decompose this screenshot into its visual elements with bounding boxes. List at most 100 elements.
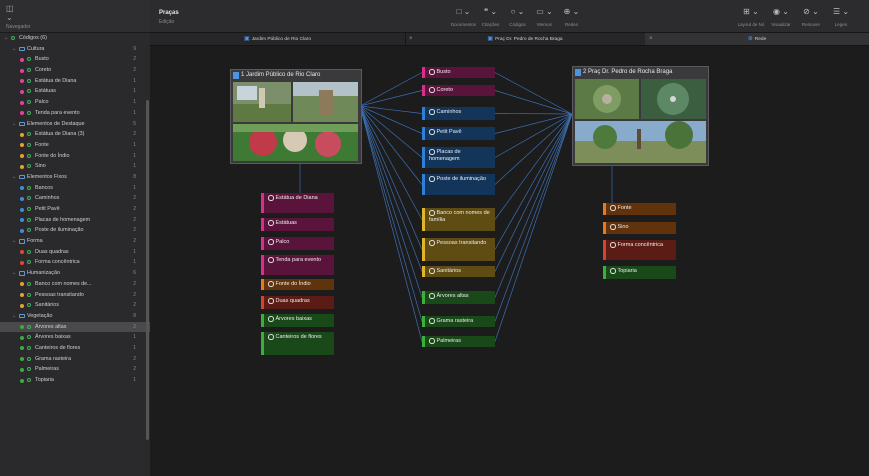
tree-item[interactable]: Estátua de Diana (3) 2 <box>0 129 150 140</box>
code-node[interactable]: Fonte <box>603 203 676 215</box>
code-node[interactable]: Árvores baixas <box>261 314 334 327</box>
tree-group[interactable]: ⌄ Cultura 9 <box>0 44 150 55</box>
code-node[interactable]: Banco com nomes de família <box>422 208 495 231</box>
tree-group[interactable]: ⌄ Vegetação 8 <box>0 311 150 322</box>
tree-item[interactable]: Sino 1 <box>0 161 150 172</box>
code-node[interactable]: Árvores altas <box>422 291 495 304</box>
code-color-icon <box>20 154 24 159</box>
tree-item[interactable]: Bancos 1 <box>0 183 150 194</box>
tree-group[interactable]: ⌄ Elementos Fixos 8 <box>0 172 150 183</box>
tree-item[interactable]: Caminhos 2 <box>0 193 150 204</box>
toolbar-document-button[interactable]: □ ⌄ Documentos <box>450 6 477 27</box>
code-icon <box>27 367 31 372</box>
code-node[interactable]: Estátua de Diana <box>261 193 334 213</box>
tree-item[interactable]: Árvores baixas 1 <box>0 332 150 343</box>
sidebar-scrollbar[interactable] <box>146 100 149 440</box>
tree-label: Estátua de Diana <box>35 77 77 84</box>
tree-count: 8 <box>133 173 136 180</box>
tree-item[interactable]: Fonte 1 <box>0 140 150 151</box>
disclosure-chevron-icon[interactable]: ⌄ <box>4 33 8 44</box>
code-node[interactable]: Grama rasteira <box>422 316 495 327</box>
code-node[interactable]: Busto <box>422 67 495 78</box>
toolbar-network-button[interactable]: ⊕ ⌄ Redes <box>558 6 585 27</box>
close-tab-icon[interactable]: × <box>649 33 653 45</box>
code-node[interactable]: Sanitários <box>422 266 495 277</box>
code-node[interactable]: Estátuas <box>261 218 334 231</box>
tree-group[interactable]: ⌄ Elementos de Destaque 5 <box>0 119 150 130</box>
toolbar-layout-button[interactable]: ⊞ ⌄ Layout de Nó <box>736 6 766 27</box>
toolbar-remove-button[interactable]: ⊘ ⌄ Remover <box>796 6 826 27</box>
tree-item[interactable]: Busto 2 <box>0 54 150 65</box>
tree-item[interactable]: Banco com nomes de... 2 <box>0 279 150 290</box>
tab-1[interactable]: ▣ Jardim Público de Rio Claro <box>150 33 406 45</box>
sidebar-toggle-icon[interactable]: ◫ ⌄ <box>6 4 22 22</box>
tree-item[interactable]: Pessoas transitando 2 <box>0 290 150 301</box>
toolbar-legend-button[interactable]: ☰ ⌄ Legen <box>826 6 856 27</box>
tree-label: Busto <box>35 56 49 63</box>
document-node-praca-pedro[interactable]: 2 Praç Dr. Pedro de Rocha Braga <box>572 66 709 166</box>
tree-item[interactable]: Poste de iluminação 2 <box>0 225 150 236</box>
tree-group[interactable]: ⌄ Humanização 6 <box>0 268 150 279</box>
tree-item[interactable]: Coreto 2 <box>0 65 150 76</box>
tree-item[interactable]: Árvores altas 2 <box>0 321 150 333</box>
tree-item[interactable]: Fonte do Índio 1 <box>0 151 150 162</box>
toolbar-eye-button[interactable]: ◉ ⌄ Visualizar <box>766 6 796 27</box>
memo-icon: ▭ ⌄ <box>536 7 553 16</box>
toolbar-memo-button[interactable]: ▭ ⌄ Memos <box>531 6 558 27</box>
network-canvas[interactable]: 1 Jardim Público de Rio Claro 2 Praç Dr.… <box>150 46 869 476</box>
code-node[interactable]: Coreto <box>422 85 495 96</box>
document-tabs: ▣ Jardim Público de Rio Claro × ▣ Praç Dr. P… <box>150 33 869 46</box>
tree-item[interactable]: Grama rasteira 2 <box>0 354 150 365</box>
code-node[interactable]: Duas quadras <box>261 296 334 309</box>
code-node[interactable]: Canteiros de flores <box>261 332 334 355</box>
code-node[interactable]: Petit Pavê <box>422 127 495 140</box>
code-node[interactable]: Palmeiras <box>422 336 495 347</box>
tree-root[interactable]: ⌄ Códigos (6) <box>0 33 150 44</box>
disclosure-chevron-icon[interactable]: ⌄ <box>12 268 16 279</box>
tree-item[interactable]: Placas de homenagem 2 <box>0 215 150 226</box>
disclosure-chevron-icon[interactable]: ⌄ <box>12 119 16 130</box>
document-node-jardim-publico[interactable]: 1 Jardim Público de Rio Claro <box>230 69 362 164</box>
code-node[interactable]: Tenda para evento <box>261 255 334 275</box>
document-icon: ▣ <box>487 36 494 42</box>
code-node[interactable]: Forma concêntrica <box>603 240 676 260</box>
code-node[interactable]: Pessoas transitando <box>422 238 495 261</box>
tree-item[interactable]: Palco 1 <box>0 97 150 108</box>
code-node[interactable]: Topiaria <box>603 266 676 279</box>
tab-3[interactable]: × ⊕ Rede <box>645 33 869 45</box>
network-link <box>494 113 573 250</box>
tree-item[interactable]: Estátuas 1 <box>0 86 150 97</box>
code-node[interactable]: Caminhos <box>422 107 495 120</box>
code-node-label: Busto <box>436 69 451 76</box>
disclosure-chevron-icon[interactable]: ⌄ <box>12 44 16 55</box>
tab-2[interactable]: × ▣ Praç Dr. Pedro de Rocha Braga <box>405 33 646 45</box>
code-node[interactable]: Sino <box>603 222 676 234</box>
close-tab-icon[interactable]: × <box>409 33 413 45</box>
code-node-label: Coreto <box>436 87 454 94</box>
tree-count: 2 <box>133 195 136 202</box>
tree-item[interactable]: Forma concêntrica 1 <box>0 257 150 268</box>
disclosure-chevron-icon[interactable]: ⌄ <box>12 236 16 247</box>
tree-item[interactable]: Palmeiras 2 <box>0 364 150 375</box>
code-icon <box>27 153 31 158</box>
tree-item[interactable]: Topiaria 1 <box>0 375 150 386</box>
tree-item[interactable]: Duas quadras 1 <box>0 247 150 258</box>
tree-label: Fonte <box>35 141 49 148</box>
disclosure-chevron-icon[interactable]: ⌄ <box>12 311 16 322</box>
code-node[interactable]: Fonte do Índio <box>261 279 334 290</box>
toolbar-quote-button[interactable]: ❝ ⌄ Citações <box>477 6 504 27</box>
tree-count: 1 <box>133 109 136 116</box>
tree-item[interactable]: Tenda para evento 1 <box>0 108 150 119</box>
toolbar-code-button[interactable]: ○ ⌄ Códigos <box>504 6 531 27</box>
tree-group[interactable]: ⌄ Forma 2 <box>0 236 150 247</box>
code-node-label: Forma concêntrica <box>617 242 664 249</box>
tab-label: Jardim Público de Rio Claro <box>251 37 312 42</box>
tree-item[interactable]: Estátua de Diana 1 <box>0 76 150 87</box>
code-node[interactable]: Placas de homenagem <box>422 147 495 168</box>
tree-item[interactable]: Petit Pavê 2 <box>0 204 150 215</box>
tree-item[interactable]: Sanitários 2 <box>0 300 150 311</box>
disclosure-chevron-icon[interactable]: ⌄ <box>12 172 16 183</box>
code-node[interactable]: Palco <box>261 237 334 250</box>
code-node[interactable]: Poste de iluminação <box>422 174 495 195</box>
tree-item[interactable]: Canteiros de flores 1 <box>0 343 150 354</box>
